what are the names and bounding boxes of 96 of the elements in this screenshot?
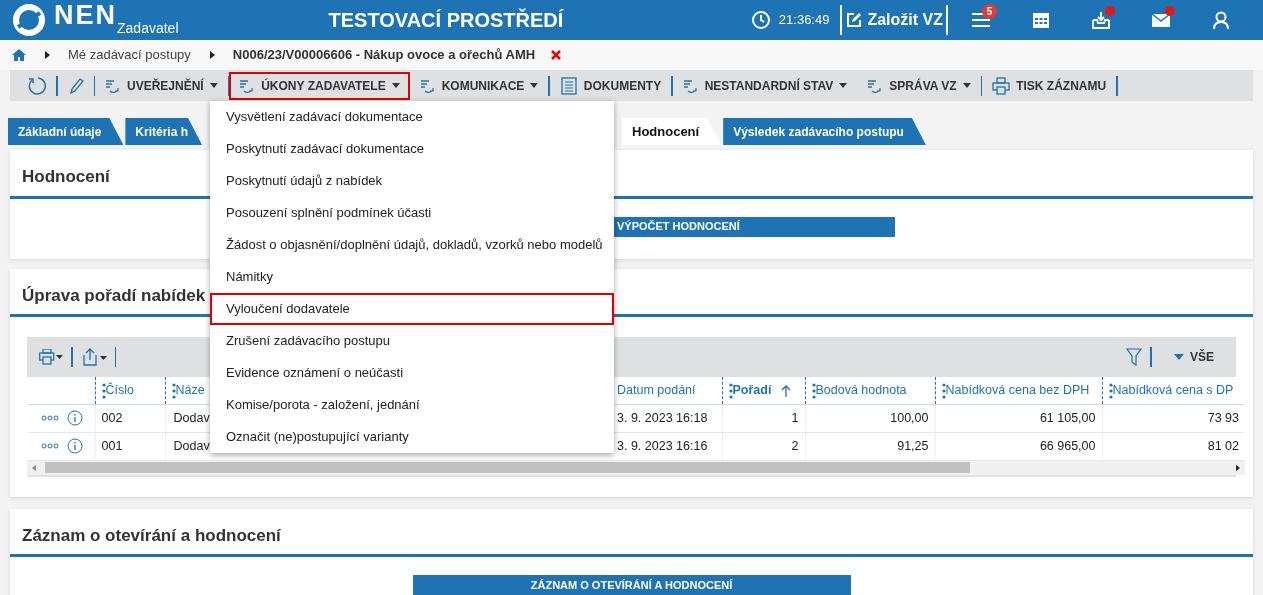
caret-icon (839, 83, 848, 88)
table-cell: Dodav (173, 438, 210, 453)
table-cell: 1 (791, 410, 799, 425)
table-cell: 91,25 (897, 438, 929, 453)
section-title: Záznam o otevírání a hodnocení (22, 524, 281, 547)
menu-button[interactable]: SPRÁVA VZ (857, 71, 981, 100)
dropdown-item[interactable]: Námitky (210, 261, 614, 293)
column-handle-icon[interactable] (171, 382, 176, 399)
menu-button[interactable]: ÚKONY ZADAVATELE (229, 71, 410, 100)
column-header[interactable]: Pořadí (732, 382, 772, 397)
user-icon[interactable] (1211, 10, 1231, 30)
dropdown-item[interactable]: Poskytnutí údajů z nabídek (210, 165, 614, 197)
menu-button[interactable]: NESTANDARDNÍ STAV (672, 71, 858, 100)
printer-icon (992, 76, 1011, 95)
printer-icon[interactable] (39, 349, 63, 365)
table-cell: 002 (101, 410, 123, 425)
column-header[interactable]: Nabídková cena s DP (1112, 382, 1234, 397)
caret-icon (209, 83, 218, 88)
home-icon[interactable] (12, 48, 26, 62)
environment-title: TESTOVACÍ PROSTŘEDÍ (328, 7, 564, 33)
chevron-icon (42, 50, 52, 60)
column-handle-icon[interactable] (101, 382, 106, 399)
column-header[interactable]: Náze (175, 382, 205, 397)
table-cell: 73 93 (1207, 410, 1239, 425)
clock-time: 21:36:49 (778, 11, 830, 30)
action-button[interactable]: VÝPOČET HODNOCENÍ (614, 216, 895, 237)
caret-icon (530, 83, 539, 88)
refresh-icon (26, 75, 46, 96)
table-cell: 66 965,00 (1039, 438, 1096, 453)
breadcrumb-current: N006/23/V00006606 - Nákup ovoce a ořechů AMH (232, 46, 536, 65)
filter-icon[interactable] (1126, 348, 1143, 366)
info-icon[interactable] (67, 410, 83, 427)
dropdown-item[interactable]: Vysvětlení zadávací dokumentace (210, 101, 614, 133)
export-icon[interactable] (80, 348, 107, 366)
dropdown-item[interactable]: Poskytnutí zadávací dokumentace (210, 133, 614, 165)
dropdown-item[interactable]: Vyloučení dodavatele (210, 293, 614, 325)
list-icon (419, 78, 436, 93)
menu-button[interactable]: KOMUNIKACE (409, 71, 549, 100)
toolbar-button[interactable]: DOKUMENTY (549, 71, 672, 100)
sort-arrow-icon[interactable] (781, 384, 792, 397)
dropdown-item[interactable]: Komise/porota - založení, jednání (210, 389, 614, 421)
column-header[interactable]: Číslo (105, 382, 134, 397)
tab[interactable]: Hodnocení (622, 118, 722, 145)
column-header[interactable]: Datum podání (617, 382, 696, 397)
table-cell: Dodav (173, 410, 210, 425)
toolbar-button[interactable]: TISK ZÁZNAMU (982, 71, 1117, 100)
dropdown-item[interactable]: Žádost o objasnění/doplnění údajů, dokladů, vzorků nebo modelů (210, 229, 614, 261)
app-subtitle: Zadavatel (117, 18, 179, 38)
tab[interactable]: Základní údaje (8, 118, 124, 145)
breadcrumb-link[interactable]: Mé zadávací postupy (68, 45, 191, 65)
section-title: Úprava pořadí nabídek (22, 284, 206, 307)
document-icon (559, 76, 578, 95)
caret-icon (1174, 354, 1184, 360)
table-cell: 100,00 (890, 410, 929, 425)
info-icon[interactable] (67, 438, 83, 455)
section-title: Hodnocení (22, 166, 110, 188)
column-handle-icon[interactable] (1108, 382, 1113, 399)
filter-dropdown[interactable]: VŠE (1164, 343, 1224, 371)
clock-icon (750, 10, 771, 30)
caret-icon (962, 83, 971, 88)
table-cell: 81 02 (1207, 438, 1239, 453)
pencil-icon (67, 76, 84, 95)
notification-badge: 5 (982, 4, 997, 19)
menu-button[interactable]: UVEŘEJNĚNÍ (95, 71, 228, 100)
inbox-icon[interactable] (1091, 10, 1111, 30)
edit-icon (845, 11, 864, 29)
dropdown-item[interactable]: Evidence oznámení o neúčasti (210, 357, 614, 389)
table-cell: 3. 9. 2023 16:18 (617, 410, 708, 425)
create-button[interactable]: Založit VZ (845, 8, 943, 32)
tab[interactable]: Kritéria h (125, 118, 203, 145)
close-icon[interactable] (551, 50, 562, 60)
list-icon (105, 78, 121, 93)
logo-text: NEN (54, 1, 117, 29)
column-header[interactable]: Bodová hodnota (815, 382, 907, 397)
scrollbar-thumb[interactable] (45, 462, 970, 473)
list-icon (239, 78, 256, 93)
column-handle-icon[interactable] (941, 382, 946, 399)
logo-icon (12, 3, 46, 37)
table-cell: 61 105,00 (1039, 410, 1096, 425)
list-icon (867, 78, 884, 93)
dropdown-item[interactable]: Zrušení zadávacího postupu (210, 325, 614, 357)
column-handle-icon[interactable] (811, 382, 816, 399)
column-handle-icon[interactable] (728, 382, 733, 399)
list-icon (682, 78, 699, 93)
more-icon[interactable] (41, 443, 59, 450)
table-cell: 2 (791, 438, 799, 453)
more-icon[interactable] (41, 415, 59, 422)
dropdown-item[interactable]: Označit (ne)postupující varianty (210, 421, 614, 453)
dropdown-item[interactable]: Posouzení splnění podmínek účasti (210, 197, 614, 229)
action-button[interactable]: ZÁZNAM O OTEVÍRÁNÍ A HODNOCENÍ (412, 575, 851, 595)
table-cell: 3. 9. 2023 16:16 (617, 438, 708, 453)
tab[interactable]: Výsledek zadávacího postupu (723, 118, 926, 145)
column-header[interactable]: Nabídková cena bez DPH (945, 382, 1090, 397)
calendar-icon[interactable] (1031, 10, 1051, 30)
table-cell: 001 (101, 438, 123, 453)
caret-icon (391, 83, 400, 88)
